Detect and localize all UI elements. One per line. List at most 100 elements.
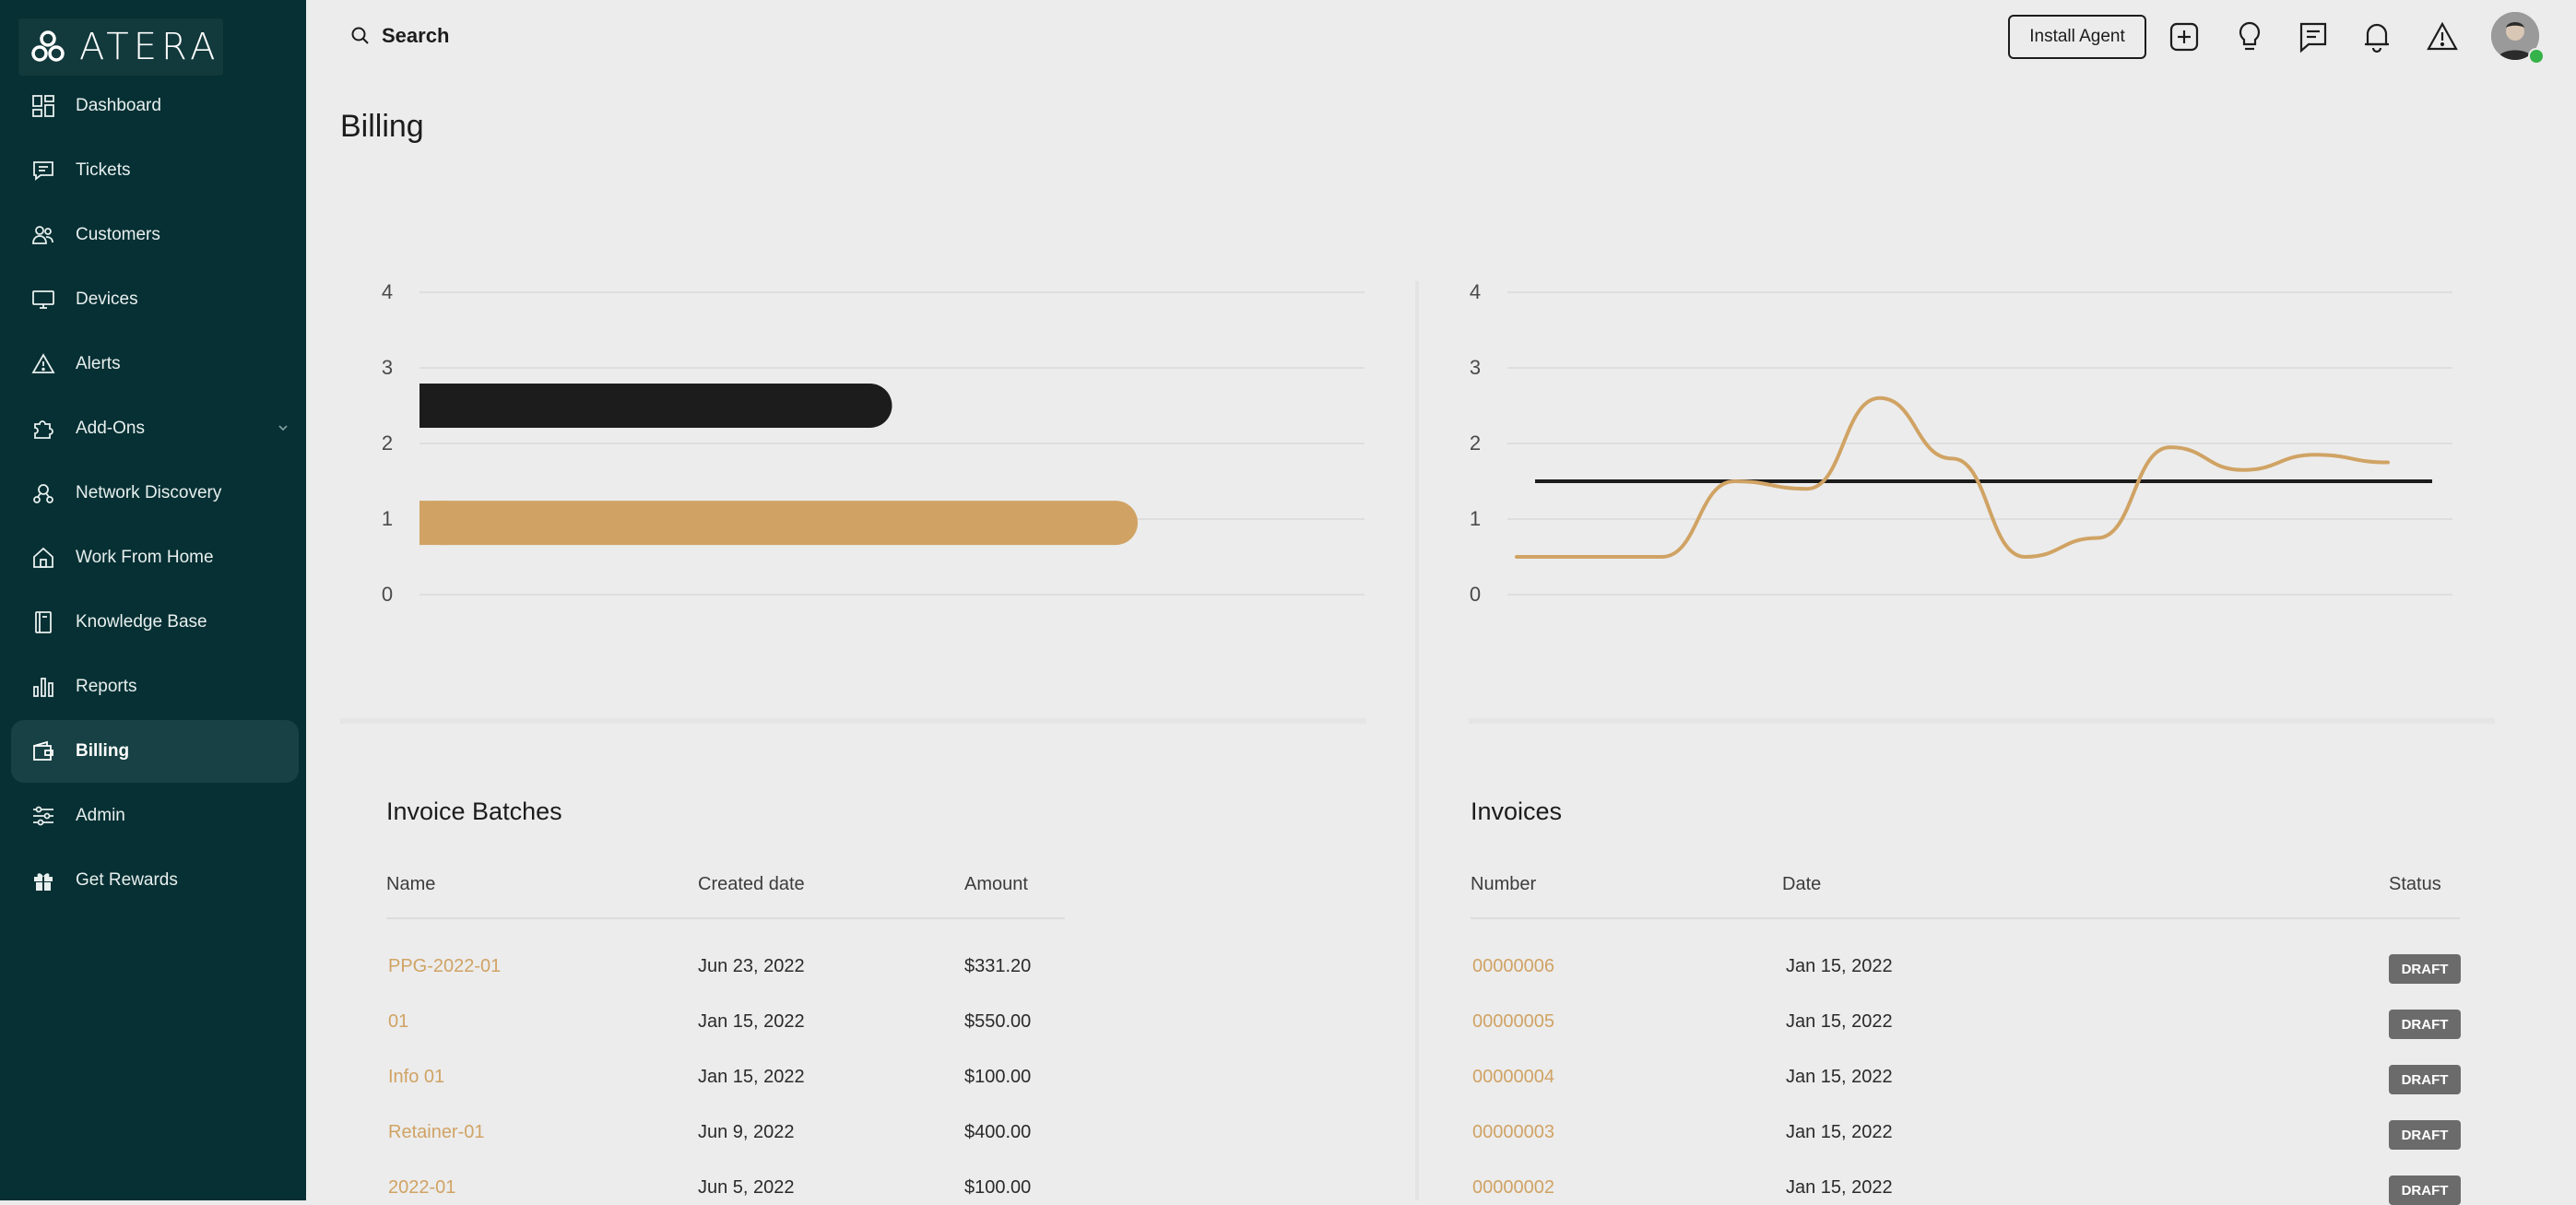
chart-baseline	[1469, 718, 2495, 724]
column-header-number[interactable]: Number	[1471, 874, 1536, 895]
app-logo[interactable]: ATERA	[18, 18, 223, 76]
batch-created-date: Jan 15, 2022	[698, 1011, 805, 1032]
sidebar-item-customers[interactable]: Customers	[11, 204, 299, 266]
column-header-status[interactable]: Status	[2389, 874, 2441, 895]
invoice-number-link[interactable]: 00000003	[1472, 1122, 1554, 1143]
batch-created-date: Jun 5, 2022	[698, 1177, 795, 1198]
alerts-icon	[31, 352, 55, 376]
chevron-down-icon[interactable]	[275, 419, 291, 436]
column-header-name[interactable]: Name	[386, 874, 435, 895]
install-agent-button[interactable]: Install Agent	[2008, 15, 2146, 59]
column-header-amount[interactable]: Amount	[964, 874, 1028, 895]
sidebar-item-admin[interactable]: Admin	[11, 785, 299, 847]
bar-base	[419, 384, 447, 428]
invoice-number-link[interactable]: 00000005	[1472, 1011, 1554, 1033]
sidebar-item-label: Work From Home	[76, 548, 214, 567]
tickets-icon	[31, 159, 55, 183]
batch-name-link[interactable]: Retainer-01	[388, 1122, 485, 1143]
batch-amount: $550.00	[964, 1011, 1032, 1032]
series-line	[1515, 396, 2390, 560]
addons-icon	[31, 417, 55, 441]
y-tick-label: 0	[1470, 583, 1481, 606]
search-label: Search	[382, 24, 450, 47]
sidebar-item-devices[interactable]: Devices	[11, 268, 299, 331]
sidebar-item-label: Knowledge Base	[76, 612, 207, 632]
status-badge: DRAFT	[2389, 1175, 2461, 1205]
section-divider	[1415, 281, 1419, 1200]
batch-amount: $100.00	[964, 1067, 1032, 1087]
status-badge: DRAFT	[2389, 954, 2461, 984]
table-header-divider	[386, 917, 1065, 919]
sidebar-item-label: Add-Ons	[76, 419, 145, 438]
chat-icon[interactable]	[2298, 20, 2329, 53]
sidebar-item-get-rewards[interactable]: Get Rewards	[11, 849, 299, 912]
lightbulb-icon[interactable]	[2234, 20, 2265, 53]
sidebar-item-addons[interactable]: Add-Ons	[11, 397, 299, 460]
sidebar-item-billing[interactable]: Billing	[11, 720, 299, 783]
column-header-created-date[interactable]: Created date	[698, 874, 805, 895]
sidebar-item-tickets[interactable]: Tickets	[11, 139, 299, 202]
invoice-number-link[interactable]: 00000004	[1472, 1067, 1554, 1088]
sidebar-item-label: Reports	[76, 677, 137, 696]
invoices-title: Invoices	[1471, 797, 1563, 825]
bar-base	[419, 501, 447, 546]
invoice-number-link[interactable]: 00000002	[1472, 1177, 1554, 1199]
batch-amount: $331.20	[964, 956, 1032, 976]
dashboard-icon	[31, 94, 55, 118]
y-tick-label: 1	[382, 507, 393, 530]
plus-icon[interactable]	[2168, 20, 2200, 53]
table-header-divider	[1471, 917, 2460, 919]
batch-created-date: Jun 9, 2022	[698, 1122, 795, 1142]
status-badge: DRAFT	[2389, 1065, 2461, 1094]
reports-icon	[31, 675, 55, 699]
customers-icon	[31, 223, 55, 247]
wallet-icon	[31, 739, 55, 763]
invoice-date: Jan 15, 2022	[1786, 1011, 1893, 1032]
sidebar-item-reports[interactable]: Reports	[11, 656, 299, 718]
sidebar-item-dashboard[interactable]: Dashboard	[11, 75, 299, 137]
sidebar-item-label: Devices	[76, 289, 138, 309]
page-title: Billing	[340, 109, 424, 144]
status-badge: DRAFT	[2389, 1120, 2461, 1150]
sidebar-item-label: Customers	[76, 225, 160, 244]
warning-icon[interactable]	[2427, 20, 2458, 53]
line-chart: 4 3 2 1 0	[1470, 280, 2452, 606]
y-tick-label: 2	[382, 431, 393, 455]
sidebar-item-work-from-home[interactable]: Work From Home	[11, 526, 299, 589]
column-header-date[interactable]: Date	[1782, 874, 1821, 895]
bar	[419, 384, 892, 428]
batch-amount: $100.00	[964, 1177, 1032, 1198]
sidebar-item-label: Billing	[76, 741, 130, 761]
sidebar-item-network-discovery[interactable]: Network Discovery	[11, 462, 299, 525]
invoice-number-link[interactable]: 00000006	[1472, 956, 1554, 977]
sidebar-item-knowledge-base[interactable]: Knowledge Base	[11, 591, 299, 654]
batch-created-date: Jun 23, 2022	[698, 956, 805, 976]
bar-chart: 4 3 2 1 0	[382, 280, 1365, 606]
bell-icon[interactable]	[2361, 20, 2393, 53]
status-badge: DRAFT	[2389, 1010, 2461, 1039]
bar	[419, 501, 1138, 546]
batch-name-link[interactable]: 01	[388, 1011, 408, 1033]
batch-name-link[interactable]: Info 01	[388, 1067, 444, 1088]
logo-text: ATERA	[79, 26, 220, 68]
gift-icon	[31, 868, 55, 892]
online-status-dot	[2528, 48, 2545, 65]
sidebar-item-label: Get Rewards	[76, 870, 178, 890]
y-tick-label: 4	[1470, 280, 1481, 303]
y-tick-label: 3	[1470, 356, 1481, 379]
y-tick-label: 2	[1470, 431, 1481, 455]
y-tick-label: 1	[1470, 507, 1481, 530]
invoice-date: Jan 15, 2022	[1786, 1122, 1893, 1142]
sidebar-item-label: Dashboard	[76, 96, 161, 115]
sliders-icon	[31, 804, 55, 828]
search-icon	[351, 27, 369, 44]
invoice-date: Jan 15, 2022	[1786, 1067, 1893, 1087]
sidebar-item-alerts[interactable]: Alerts	[11, 333, 299, 396]
batch-name-link[interactable]: PPG-2022-01	[388, 956, 501, 977]
sidebar-item-label: Alerts	[76, 354, 121, 373]
sidebar-item-label: Tickets	[76, 160, 131, 180]
batch-name-link[interactable]: 2022-01	[388, 1177, 455, 1199]
network-icon	[31, 481, 55, 505]
batch-created-date: Jan 15, 2022	[698, 1067, 805, 1087]
search-bar[interactable]: Search	[350, 24, 449, 48]
